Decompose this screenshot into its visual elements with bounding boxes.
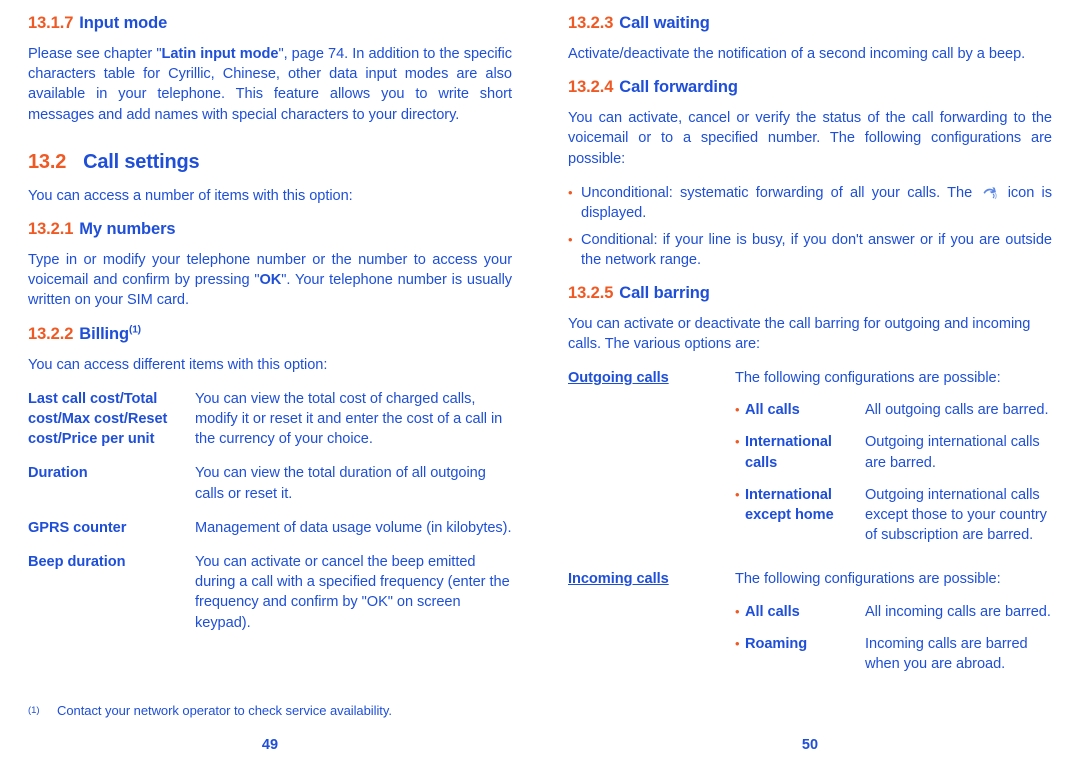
bold-ok: OK: [259, 272, 282, 289]
item-label: Duration: [28, 465, 88, 482]
table-row: All calls All outgoing calls are barred.: [735, 400, 1052, 432]
left-page: 13.1.7 Input mode Please see chapter "Lat…: [0, 0, 540, 767]
outgoing-options-table: All calls All outgoing calls are barred.…: [735, 400, 1052, 545]
table-row: Duration You can view the total duration…: [28, 463, 512, 517]
heading-13-2-5: 13.2.5 Call barring: [568, 284, 1052, 303]
table-row: GPRS counter Management of data usage vo…: [28, 518, 512, 552]
right-page: 13.2.3 Call waiting Activate/deactivate t…: [540, 0, 1080, 767]
group-content: The following configurations are possibl…: [735, 368, 1052, 559]
item-description: Management of data usage volume (in kilo…: [195, 519, 512, 536]
footnote: (1) Contact your network operator to chec…: [28, 702, 498, 719]
option-label: International except home: [735, 485, 865, 546]
group-label-incoming: Incoming calls: [568, 569, 735, 688]
footnote-marker: (1): [129, 324, 141, 336]
paragraph-my-numbers: Type in or modify your telephone number …: [28, 250, 512, 311]
heading-13-2-4: 13.2.4 Call forwarding: [568, 78, 1052, 97]
billing-items-table: Last call cost/Total cost/Max cost/Reset…: [28, 389, 512, 647]
option-label: International calls: [735, 432, 865, 484]
option-description: Incoming calls are barred when you are a…: [865, 635, 1028, 672]
manual-spread: 13.1.7 Input mode Please see chapter "Lat…: [0, 0, 1080, 767]
section-title: Call barring: [619, 283, 710, 302]
item-label: Beep duration: [28, 553, 126, 570]
item-description: You can view the total cost of charged c…: [195, 390, 503, 448]
table-row: Incoming calls The following configurati…: [568, 569, 1052, 688]
paragraph-input-mode: Please see chapter "Latin input mode", p…: [28, 44, 512, 125]
incoming-options-table: All calls All incoming calls are barred.…: [735, 602, 1052, 675]
table-row: Outgoing calls The following configurati…: [568, 368, 1052, 559]
heading-13-2: 13.2 Call settings: [28, 151, 512, 174]
option-description: All incoming calls are barred.: [865, 603, 1051, 620]
section-title: Billing: [79, 324, 129, 343]
heading-13-2-3: 13.2.3 Call waiting: [568, 14, 1052, 33]
list-item: Unconditional: systematic forwarding of …: [568, 183, 1052, 223]
table-row: International except home Outgoing inter…: [735, 485, 1052, 546]
item-description: You can activate or cancel the beep emit…: [195, 553, 510, 631]
bullet-text-before-icon: Unconditional: systematic forwarding of …: [581, 184, 980, 201]
section-title: Call waiting: [619, 14, 710, 32]
item-description: You can view the total duration of all o…: [195, 465, 486, 502]
section-number: 13.2.4: [568, 78, 614, 97]
item-label: GPRS counter: [28, 519, 127, 536]
group-intro: The following configurations are possibl…: [735, 369, 1001, 386]
group-label-outgoing: Outgoing calls: [568, 368, 735, 559]
call-forwarding-bullets: Unconditional: systematic forwarding of …: [568, 183, 1052, 271]
section-number: 13.2: [28, 150, 67, 173]
list-item: Conditional: if your line is busy, if yo…: [568, 230, 1052, 270]
call-forward-icon: [981, 185, 998, 199]
table-row: Beep duration You can activate or cancel…: [28, 552, 512, 647]
option-label: All calls: [735, 602, 865, 634]
option-label: All calls: [735, 400, 865, 432]
call-barring-incoming-table: Incoming calls The following configurati…: [568, 569, 1052, 688]
option-label: Roaming: [735, 634, 865, 674]
heading-13-2-2: 13.2.2 Billing(1): [28, 324, 512, 344]
group-label-text: Outgoing calls: [568, 369, 669, 386]
option-description: Outgoing international calls are barred.: [865, 434, 1040, 471]
section-title: My numbers: [79, 219, 176, 238]
footnote-text: Contact your network operator to check s…: [57, 703, 392, 718]
footnote-marker: (1): [28, 705, 40, 716]
section-number: 13.2.3: [568, 14, 614, 32]
section-number: 13.2.5: [568, 283, 614, 302]
paragraph-billing-intro: You can access different items with this…: [28, 356, 328, 373]
heading-13-1-7: 13.1.7 Input mode: [28, 14, 512, 33]
group-intro: The following configurations are possibl…: [735, 571, 1001, 588]
option-description: Outgoing international calls except thos…: [865, 486, 1047, 544]
section-number: 13.2.2: [28, 324, 74, 343]
section-number: 13.2.1: [28, 219, 74, 238]
group-content: The following configurations are possibl…: [735, 569, 1052, 688]
section-title: Input mode: [79, 14, 168, 32]
table-row: All calls All incoming calls are barred.: [735, 602, 1052, 634]
section-number: 13.1.7: [28, 14, 74, 32]
text-before-bold: Please see chapter ": [28, 45, 162, 62]
section-title: Call forwarding: [619, 78, 738, 97]
group-label-text: Incoming calls: [568, 571, 669, 588]
page-number-left: 49: [261, 737, 279, 753]
table-row: Last call cost/Total cost/Max cost/Reset…: [28, 389, 512, 464]
table-row: International calls Outgoing internation…: [735, 432, 1052, 484]
call-barring-outgoing-table: Outgoing calls The following configurati…: [568, 368, 1052, 559]
paragraph-call-settings-intro: You can access a number of items with th…: [28, 187, 353, 204]
paragraph-call-waiting: Activate/deactivate the notification of …: [568, 45, 1026, 62]
heading-13-2-1: 13.2.1 My numbers: [28, 220, 512, 239]
table-row: Roaming Incoming calls are barred when y…: [735, 634, 1052, 674]
option-description: All outgoing calls are barred.: [865, 402, 1049, 419]
paragraph-call-forwarding: You can activate, cancel or verify the s…: [568, 110, 1052, 167]
bold-latin-input-mode: Latin input mode: [161, 45, 279, 62]
page-number-right: 50: [801, 737, 819, 753]
paragraph-call-barring: You can activate or deactivate the call …: [568, 315, 1031, 352]
section-title: Call settings: [83, 150, 200, 173]
item-label: Last call cost/Total cost/Max cost/Reset…: [28, 390, 168, 448]
bullet-text: Conditional: if your line is busy, if yo…: [581, 232, 1052, 269]
